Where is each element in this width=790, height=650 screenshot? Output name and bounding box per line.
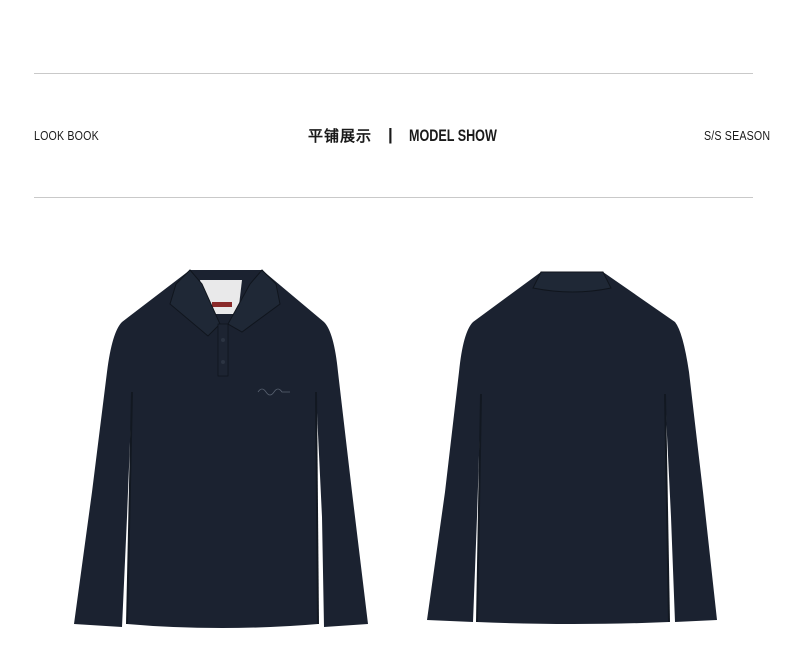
neck-label-icon [212, 302, 232, 307]
polo-back-illustration [427, 271, 717, 624]
shirt-body [427, 272, 717, 624]
section-title-separator: | [388, 124, 393, 144]
collar [532, 271, 612, 293]
section-title: 平铺展示 | MODEL SHOW [308, 125, 527, 146]
top-divider [34, 73, 753, 74]
product-image-front [72, 262, 370, 634]
button-icon [221, 338, 225, 342]
season-label: S/S SEASON [704, 128, 771, 143]
product-image-back [425, 262, 719, 628]
section-title-en: MODEL SHOW [408, 125, 497, 145]
section-title-cn: 平铺展示 [308, 127, 373, 145]
bottom-divider [34, 197, 753, 198]
button-icon [221, 360, 225, 364]
polo-front-illustration [74, 269, 368, 628]
look-book-label: LOOK BOOK [34, 128, 99, 143]
